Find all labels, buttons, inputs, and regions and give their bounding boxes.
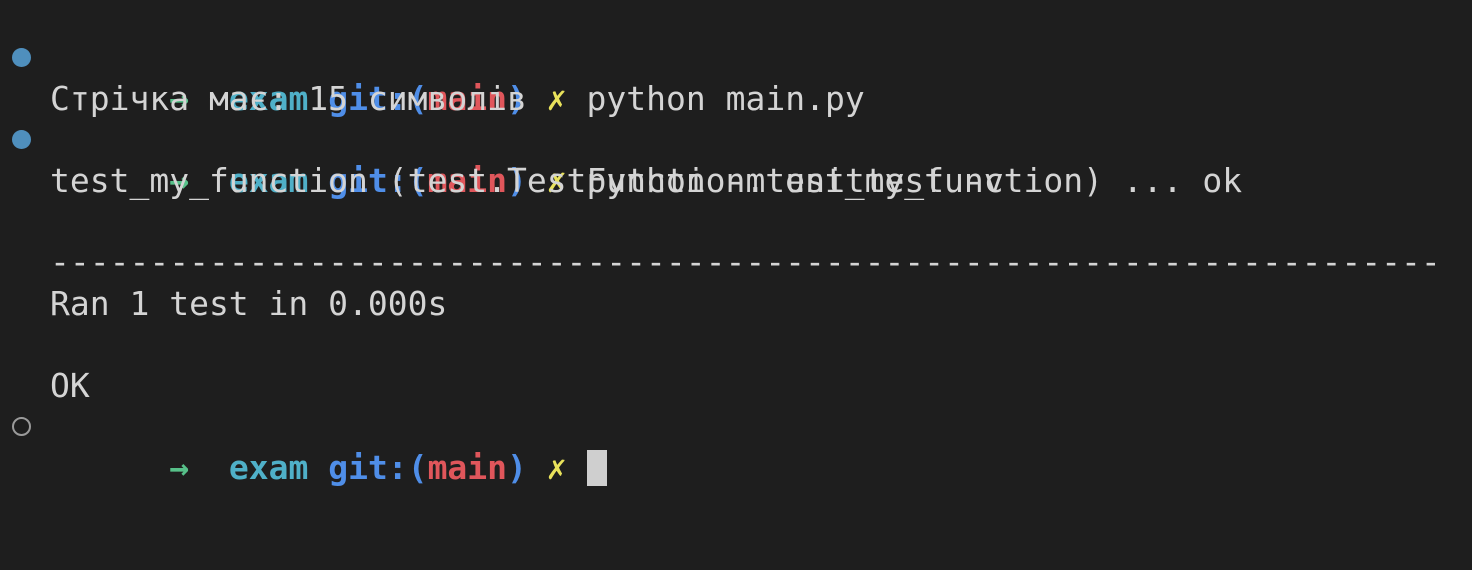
output-line: Ran 1 test in 0.000s	[0, 283, 447, 324]
output-line: Стрічка має: 15 символів	[0, 78, 527, 119]
prompt-branch: main	[427, 448, 508, 487]
prompt-directory: exam	[228, 448, 309, 487]
test-result-text: test_my_function (test.TestFunction.test…	[50, 161, 1243, 200]
test-summary-text: Ran 1 test in 0.000s	[50, 284, 448, 323]
command-pending-dot-icon[interactable]	[12, 417, 31, 436]
terminal-window[interactable]: → exam git:(main) ✗ python main.py Стріч…	[0, 0, 1472, 487]
output-line: OK	[0, 365, 90, 406]
dirty-marker-icon: ✗	[546, 79, 567, 118]
command-success-dot-icon[interactable]	[12, 48, 31, 67]
test-status-text: OK	[50, 366, 90, 405]
output-line: test_my_function (test.TestFunction.test…	[0, 160, 1242, 201]
test-divider: ----------------------------------------…	[50, 242, 1441, 281]
prompt-line: → exam git:(main) ✗ python -m unittest -…	[0, 119, 1004, 200]
command-text: python main.py	[586, 79, 865, 118]
prompt-line: → exam git:(main) ✗ python main.py	[0, 37, 865, 118]
prompt-paren-close: )	[507, 448, 527, 487]
prompt-paren-open: (	[407, 448, 428, 487]
prompt-git-label: git:	[328, 448, 408, 487]
command-success-dot-icon[interactable]	[12, 130, 31, 149]
dirty-marker-icon: ✗	[546, 448, 567, 487]
prompt-arrow-icon: →	[169, 448, 190, 487]
text-cursor[interactable]	[586, 450, 607, 486]
active-prompt-line[interactable]: → exam git:(main) ✗	[0, 406, 607, 487]
output-text: Стрічка має: 15 символів	[50, 79, 527, 118]
